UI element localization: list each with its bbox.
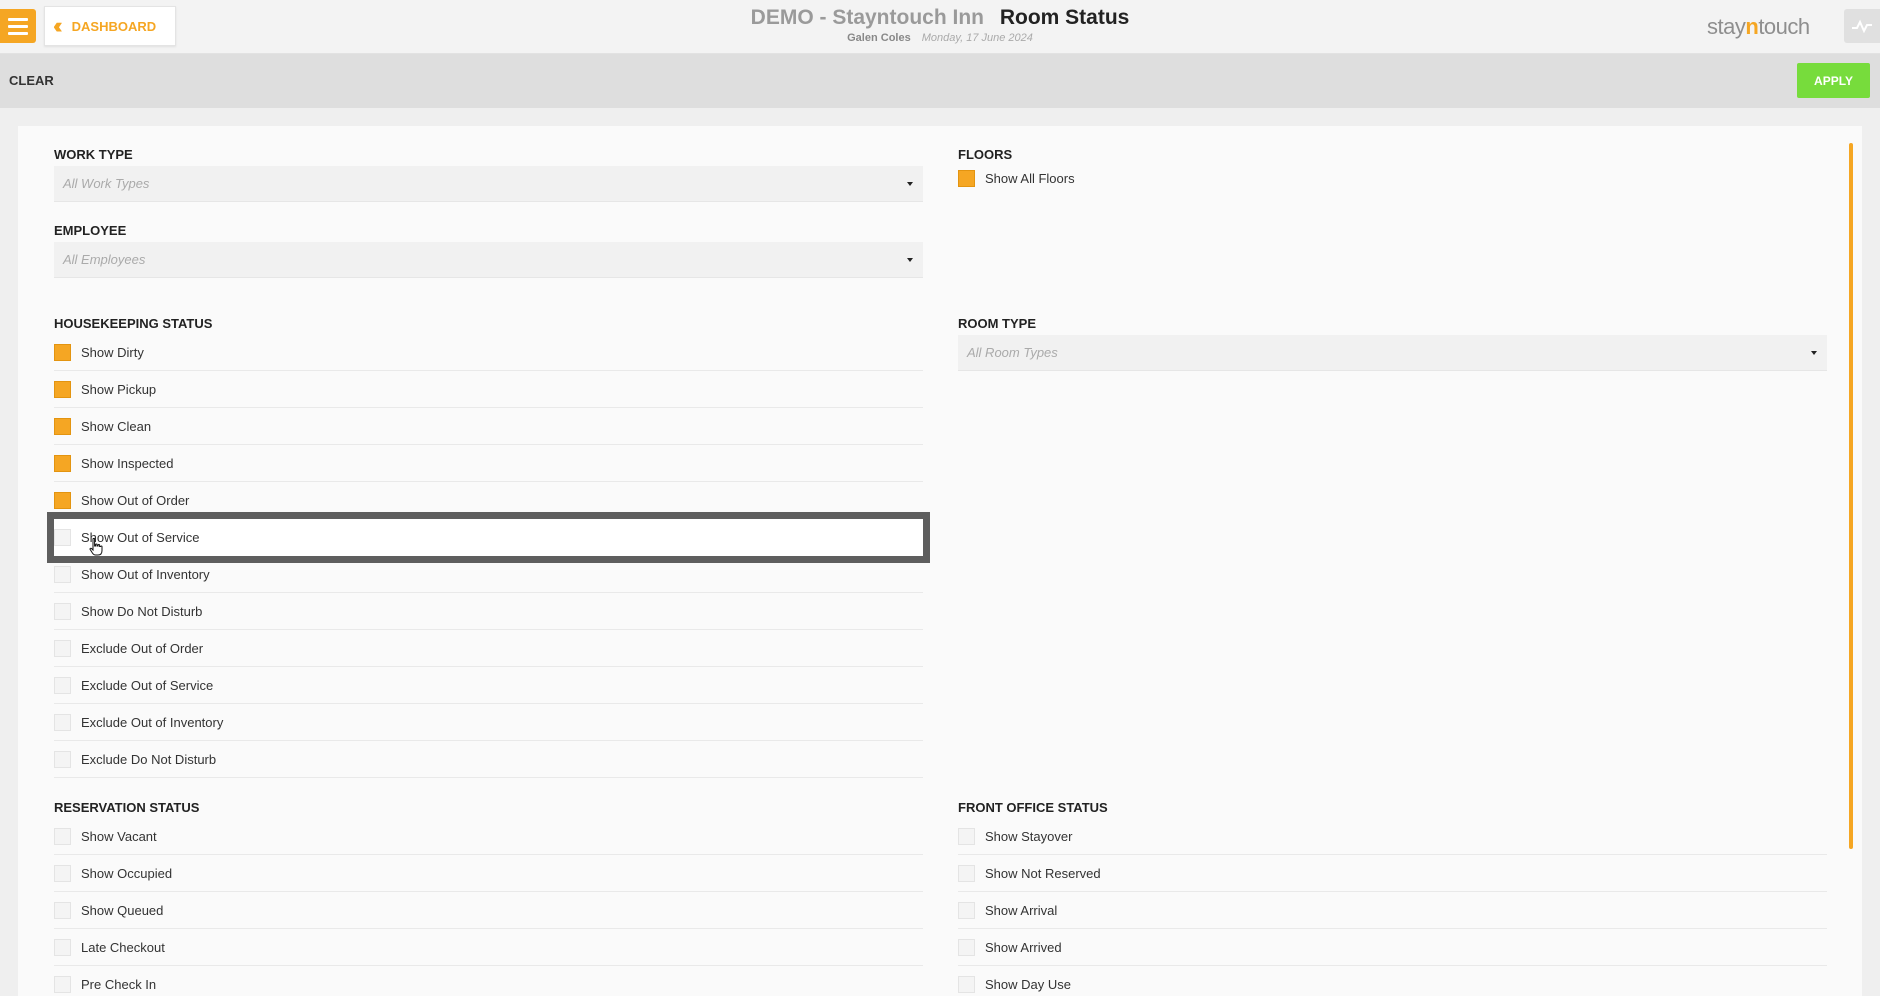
housekeeping-option-show-out-of-order[interactable]: Show Out of Order (54, 482, 923, 519)
option-label: Show Clean (81, 418, 152, 434)
housekeeping-option-exclude-out-of-inventory[interactable]: Exclude Out of Inventory (54, 704, 923, 741)
front-office-option-show-not-reserved[interactable]: Show Not Reserved (958, 855, 1827, 892)
employee-value: All Employees (63, 252, 146, 267)
housekeeping-status-title: HOUSEKEEPING STATUS (54, 316, 213, 331)
checkbox[interactable] (54, 528, 71, 546)
page-heading: DEMO - Stayntouch Inn Room Status Galen … (0, 6, 1880, 44)
option-label: Show Vacant (81, 828, 157, 844)
reservation-option-show-queued[interactable]: Show Queued (54, 892, 923, 929)
option-label: Show Do Not Disturb (81, 603, 203, 619)
checkbox[interactable] (958, 901, 975, 919)
panel-scrollbar[interactable] (1849, 143, 1853, 849)
front-office-option-show-arrival[interactable]: Show Arrival (958, 892, 1827, 929)
checkbox[interactable] (54, 639, 71, 657)
front-office-option-show-arrived[interactable]: Show Arrived (958, 929, 1827, 966)
option-label: Show Pickup (81, 381, 157, 397)
top-header: ‹‹ DASHBOARD DEMO - Stayntouch Inn Room … (0, 0, 1880, 54)
reservation-option-pre-check-in[interactable]: Pre Check In (54, 966, 923, 996)
option-label: Exclude Out of Inventory (81, 714, 224, 730)
option-label: Show Day Use (985, 976, 1071, 992)
housekeeping-option-show-dirty[interactable]: Show Dirty (54, 334, 923, 371)
reservation-option-late-checkout[interactable]: Late Checkout (54, 929, 923, 966)
room-type-title: ROOM TYPE (958, 316, 1037, 331)
work-type-value: All Work Types (63, 176, 150, 191)
housekeeping-option-show-out-of-service[interactable]: Show Out of Service (47, 512, 930, 563)
housekeeping-option-show-inspected[interactable]: Show Inspected (54, 445, 923, 482)
checkbox[interactable] (54, 454, 71, 472)
checkbox[interactable] (958, 864, 975, 882)
checkbox[interactable] (54, 676, 71, 694)
activity-pulse-icon (1852, 19, 1872, 33)
option-label: Exclude Out of Order (81, 640, 204, 656)
option-label: Show Not Reserved (985, 865, 1101, 881)
option-label: Late Checkout (81, 939, 165, 955)
option-label: Show Arrival (985, 902, 1058, 918)
front-office-option-show-stayover[interactable]: Show Stayover (958, 818, 1827, 855)
reservation-status-title: RESERVATION STATUS (54, 800, 200, 815)
option-label: Exclude Out of Service (81, 677, 214, 693)
checkbox[interactable] (54, 417, 71, 435)
checkbox[interactable] (54, 343, 71, 361)
stayntouch-logo: stayntouch (1707, 14, 1810, 39)
apply-button[interactable]: APPLY (1797, 63, 1870, 98)
checkbox[interactable] (958, 975, 975, 993)
option-label: Show Arrived (985, 939, 1062, 955)
checkbox[interactable] (54, 602, 71, 620)
room-type-value: All Room Types (967, 345, 1058, 360)
reservation-option-show-occupied[interactable]: Show Occupied (54, 855, 923, 892)
caret-down-icon (907, 181, 913, 186)
checkbox[interactable] (54, 713, 71, 731)
housekeeping-option-exclude-out-of-service[interactable]: Exclude Out of Service (54, 667, 923, 704)
checkbox[interactable] (54, 975, 71, 993)
checkbox[interactable] (54, 938, 71, 956)
caret-down-icon (1811, 350, 1817, 355)
housekeeping-option-show-out-of-inventory[interactable]: Show Out of Inventory (54, 556, 923, 593)
front-office-status-title: FRONT OFFICE STATUS (958, 800, 1108, 815)
checkbox[interactable] (958, 938, 975, 956)
checkbox[interactable] (54, 901, 71, 919)
housekeeping-option-show-clean[interactable]: Show Clean (54, 408, 923, 445)
hotel-name: DEMO - Stayntouch Inn (750, 6, 984, 29)
checkbox[interactable] (54, 750, 71, 768)
option-label: Show Stayover (985, 828, 1073, 844)
option-label: Show Dirty (81, 344, 144, 360)
option-label: Show Out of Order (81, 492, 190, 508)
checkbox[interactable] (54, 827, 71, 845)
activity-button[interactable] (1844, 9, 1880, 43)
checkbox[interactable] (958, 827, 975, 845)
option-label: Exclude Do Not Disturb (81, 751, 217, 767)
page-title: Room Status (999, 6, 1130, 29)
option-label: Show Out of Inventory (81, 566, 210, 582)
work-type-title: WORK TYPE (54, 147, 133, 162)
employee-title: EMPLOYEE (54, 223, 127, 238)
checkbox[interactable] (54, 491, 71, 509)
floor-option-show-all-floors[interactable]: Show All Floors (958, 160, 1118, 197)
housekeeping-option-show-do-not-disturb[interactable]: Show Do Not Disturb (54, 593, 923, 630)
housekeeping-option-show-pickup[interactable]: Show Pickup (54, 371, 923, 408)
filter-action-bar: CLEAR APPLY (0, 54, 1880, 108)
business-date: Monday, 17 June 2024 (921, 32, 1033, 44)
hand-pointer-cursor-icon (89, 538, 103, 556)
reservation-option-show-vacant[interactable]: Show Vacant (54, 818, 923, 855)
employee-select[interactable]: All Employees (54, 242, 923, 278)
front-office-option-show-day-use[interactable]: Show Day Use (958, 966, 1827, 996)
user-name: Galen Coles (847, 32, 911, 44)
checkbox[interactable] (958, 170, 975, 187)
option-label: Show Queued (81, 902, 164, 918)
option-label: Pre Check In (81, 976, 157, 992)
checkbox[interactable] (54, 565, 71, 583)
option-label: Show All Floors (985, 171, 1075, 186)
caret-down-icon (907, 257, 913, 262)
option-label: Show Occupied (81, 865, 173, 881)
work-type-select[interactable]: All Work Types (54, 166, 923, 202)
checkbox[interactable] (54, 864, 71, 882)
housekeeping-option-exclude-do-not-disturb[interactable]: Exclude Do Not Disturb (54, 741, 923, 778)
checkbox[interactable] (54, 380, 71, 398)
clear-button[interactable]: CLEAR (9, 73, 54, 88)
housekeeping-option-exclude-out-of-order[interactable]: Exclude Out of Order (54, 630, 923, 667)
option-label: Show Inspected (81, 455, 174, 471)
room-type-select[interactable]: All Room Types (958, 335, 1827, 371)
